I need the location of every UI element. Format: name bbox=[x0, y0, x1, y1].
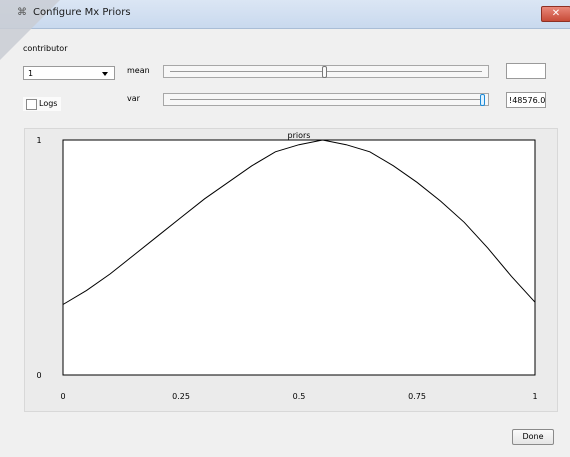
contributor-label: contributor bbox=[23, 44, 68, 53]
y-tick-label: 1 bbox=[36, 136, 41, 145]
chart-title: priors bbox=[288, 131, 311, 140]
done-button[interactable]: Done bbox=[512, 429, 554, 445]
contributor-dropdown[interactable]: 1 bbox=[23, 66, 115, 80]
chart-panel: priors 0 0.25 0.5 0.75 1 0 1 bbox=[24, 128, 558, 412]
app-icon: ⌘ bbox=[17, 7, 27, 18]
close-button[interactable]: ✕ bbox=[541, 6, 570, 22]
close-icon: ✕ bbox=[551, 8, 561, 19]
mean-label: mean bbox=[127, 66, 150, 75]
mean-slider[interactable] bbox=[163, 65, 489, 78]
var-slider[interactable] bbox=[163, 93, 489, 106]
logs-label: Logs bbox=[39, 99, 58, 108]
window-title: Configure Mx Priors bbox=[33, 7, 131, 18]
x-tick-label: 0.25 bbox=[172, 392, 190, 401]
x-tick-label: 0 bbox=[60, 392, 65, 401]
dialog-window: ⌘ Configure Mx Priors ✕ contributor 1 Lo… bbox=[0, 0, 570, 457]
var-value-field[interactable]: !48576.0 bbox=[506, 92, 546, 108]
var-value-text: !48576.0 bbox=[509, 96, 546, 105]
y-tick-label: 0 bbox=[36, 371, 41, 380]
var-slider-thumb[interactable] bbox=[480, 94, 485, 106]
var-slider-track bbox=[170, 99, 482, 100]
logs-checkbox-control[interactable]: Logs bbox=[23, 97, 61, 111]
plot-area bbox=[62, 139, 536, 376]
x-tick-label: 0.5 bbox=[293, 392, 306, 401]
contributor-selected-value: 1 bbox=[28, 69, 34, 78]
x-tick-label: 0.75 bbox=[408, 392, 426, 401]
title-bar: ⌘ Configure Mx Priors ✕ bbox=[0, 0, 570, 60]
x-tick-label: 1 bbox=[532, 392, 537, 401]
var-label: var bbox=[127, 94, 140, 103]
mean-value-field[interactable] bbox=[506, 63, 546, 79]
priors-chart: priors 0 0.25 0.5 0.75 1 0 1 bbox=[36, 131, 537, 401]
chevron-down-icon bbox=[102, 72, 108, 76]
logs-checkbox[interactable] bbox=[26, 99, 37, 110]
mean-slider-thumb[interactable] bbox=[322, 66, 327, 78]
